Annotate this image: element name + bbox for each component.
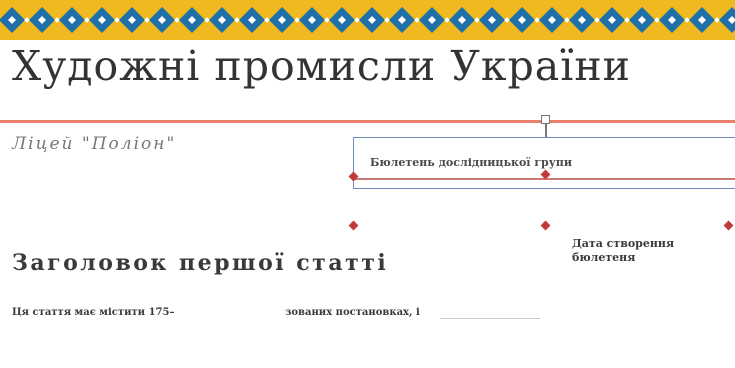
body-column-1[interactable]: Ця стаття має містити 175– bbox=[12, 307, 174, 318]
ornament-dot bbox=[384, 17, 390, 23]
date-line-1: Дата створення bbox=[572, 237, 675, 250]
ornament-dot bbox=[654, 17, 660, 23]
ornament-dot bbox=[144, 17, 150, 23]
ornament-dot bbox=[534, 17, 540, 23]
rotate-handle-icon[interactable] bbox=[541, 115, 550, 124]
date-line-2: бюлетеня bbox=[572, 251, 636, 264]
ornament-dot bbox=[114, 17, 120, 23]
organization-name[interactable]: Ліцей "Поліон" bbox=[12, 134, 176, 154]
ornament-pattern bbox=[0, 7, 735, 33]
ornament-dot bbox=[714, 17, 720, 23]
ornament-dot bbox=[204, 17, 210, 23]
newsletter-title[interactable]: Художні промисли України bbox=[12, 42, 631, 90]
faint-underline bbox=[440, 318, 540, 319]
ornament-dot bbox=[324, 17, 330, 23]
ornament-dot bbox=[54, 17, 60, 23]
selected-textbox[interactable]: Бюлетень дослідницької групи bbox=[353, 137, 735, 189]
ornament-dot bbox=[504, 17, 510, 23]
date-block[interactable]: Дата створення бюлетеня bbox=[572, 237, 722, 265]
title-rule bbox=[0, 120, 735, 123]
textbox-text[interactable]: Бюлетень дослідницької групи bbox=[370, 156, 572, 169]
ornament-dot bbox=[24, 17, 30, 23]
ornament-dot bbox=[624, 17, 630, 23]
ornament-dot bbox=[264, 17, 270, 23]
article-heading[interactable]: Заголовок першої статті bbox=[12, 250, 388, 276]
body-column-2[interactable]: зованих постановках, і bbox=[285, 307, 420, 318]
ornament-dot bbox=[474, 17, 480, 23]
ornament-dot bbox=[84, 17, 90, 23]
ornament-dot bbox=[414, 17, 420, 23]
rotate-stem bbox=[545, 124, 547, 137]
ornament-dot bbox=[354, 17, 360, 23]
ornamental-border bbox=[0, 0, 735, 40]
ornament-dot bbox=[564, 17, 570, 23]
ornament-dot bbox=[444, 17, 450, 23]
ornament-dot bbox=[174, 17, 180, 23]
ornament-dot bbox=[294, 17, 300, 23]
ornament-dot bbox=[234, 17, 240, 23]
ornament-dot bbox=[594, 17, 600, 23]
ornament-dot bbox=[684, 17, 690, 23]
